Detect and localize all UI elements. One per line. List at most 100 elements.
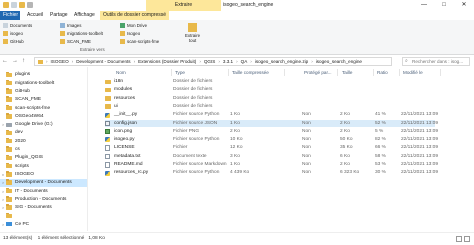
nav-item[interactable]: scan-scripts-fme	[0, 104, 87, 112]
breadcrumb[interactable]: Extensions (Dossier Produit)	[138, 59, 196, 64]
file-type: Fichier source Python	[173, 137, 220, 143]
destination-scan-scripts-fme[interactable]: scan-scripts-fme	[120, 39, 159, 44]
file-row[interactable]: LICENSE Fichier 12 Ko Non 35 Ko 66 % 22/11/202…	[105, 144, 438, 152]
extract-all-button[interactable]: Extraire tout	[185, 23, 200, 43]
tab-share[interactable]: Partage	[47, 11, 71, 20]
customize-toolbar-icon[interactable]	[27, 2, 33, 8]
tab-compressed-folder-tools[interactable]: Outils de dossier compressé	[100, 11, 170, 20]
new-folder-icon[interactable]	[19, 2, 25, 8]
context-tab-extract[interactable]: Extraire	[146, 0, 221, 11]
breadcrumb[interactable]: Development - Documents	[76, 59, 130, 64]
column-header-type[interactable]: Type	[173, 69, 229, 76]
close-button[interactable]: ✕	[454, 0, 474, 11]
file-row[interactable]: README.md Fichier source Markdown 1 Ko Non 2…	[105, 161, 438, 169]
folder-icon	[6, 154, 12, 161]
folder-icon	[6, 138, 12, 144]
status-selection: 1 élément sélectionné	[37, 236, 85, 241]
breadcrumb[interactable]: 3.3.1	[223, 59, 233, 64]
drive-icon	[6, 122, 12, 127]
search-input[interactable]: ⌕ Rechercher dans : isog...	[402, 57, 470, 66]
breadcrumb[interactable]: isogeo_search_engine	[316, 59, 362, 64]
breadcrumb[interactable]: QA	[241, 59, 248, 64]
file-row[interactable]: __init__.py Fichier source Python 1 Ko Non 2…	[105, 111, 438, 119]
minimize-button[interactable]: —	[414, 0, 434, 11]
file-row[interactable]: config.json Fichier source JSON 1 Ko Non 2 K…	[105, 119, 438, 128]
file-row[interactable]: ui Dossier de fichiers	[105, 103, 435, 111]
forward-arrow-icon[interactable]: →	[12, 58, 18, 64]
file-name: i18n	[114, 79, 124, 84]
breadcrumb[interactable]: ISOGEO	[51, 59, 69, 64]
file-type: Fichier source JSON	[173, 120, 218, 126]
nav-item[interactable]: > SIG - Documents	[0, 204, 87, 212]
nav-item[interactable]: v ISOGEO	[0, 171, 87, 179]
nav-item[interactable]: > Ce PC	[0, 220, 87, 228]
destination-mon-drive[interactable]: Mon Drive	[120, 23, 147, 28]
column-header-modified[interactable]: Modifié le	[401, 69, 441, 76]
nav-item[interactable]: plugins	[0, 71, 87, 79]
file-modified: 22/11/2021 13:09	[401, 120, 438, 126]
nav-item[interactable]: cs	[0, 146, 87, 154]
nav-item-label: Plugin_QGIS	[15, 155, 43, 161]
file-row[interactable]: metadata.txt Document texte 3 Ko Non 6 Ko 58 …	[105, 153, 438, 161]
destination-isogeo[interactable]: isogeo	[3, 31, 23, 36]
nav-item[interactable]: dev	[0, 129, 87, 137]
documents-icon	[3, 23, 8, 28]
nav-item[interactable]: > Development - Documents	[0, 178, 87, 187]
nav-item[interactable]: > Production - Documents	[0, 196, 87, 204]
destination-images[interactable]: Images	[60, 23, 81, 28]
column-header-protected[interactable]: Protégé par...	[302, 69, 338, 76]
file-row[interactable]: resources Dossier de fichiers	[105, 95, 435, 103]
column-header-ratio[interactable]: Ratio	[375, 69, 400, 76]
file-row[interactable]: i18n Dossier de fichiers	[105, 78, 435, 86]
navigation-pane: plugins migrations-toolbelt GitHub SCAN_FME…	[0, 67, 88, 231]
tab-file[interactable]: Fichier	[0, 11, 20, 20]
nav-item-label: scan-scripts-fme	[15, 105, 51, 111]
back-arrow-icon[interactable]: ←	[2, 58, 8, 64]
view-switcher	[456, 236, 470, 242]
document-icon	[105, 162, 110, 168]
nav-item[interactable]: OSGeo4W64	[0, 113, 87, 121]
address-bar[interactable]: › ISOGEO › Development - Documents › Ext…	[34, 57, 392, 66]
properties-icon[interactable]	[11, 2, 17, 8]
breadcrumb[interactable]: isogeo_search_engine.zip	[255, 59, 308, 64]
file-row[interactable]: icon.png Fichier PNG 2 Ko Non 2 Ko 5 % 22/11/2…	[105, 128, 438, 136]
details-view-icon[interactable]	[456, 236, 462, 242]
folder-icon	[3, 39, 8, 44]
folder-icon	[6, 171, 12, 177]
nav-item[interactable]: 2020	[0, 137, 87, 145]
maximize-button[interactable]: □	[434, 0, 454, 11]
column-header-compressed-size[interactable]: Taille compressée	[230, 69, 285, 76]
nav-item[interactable]: scripts	[0, 162, 87, 170]
tab-view[interactable]: Affichage	[71, 11, 98, 20]
large-icons-view-icon[interactable]	[464, 236, 470, 242]
nav-item[interactable]: > IT - Documents	[0, 187, 87, 195]
breadcrumb[interactable]: QGIS	[204, 59, 216, 64]
nav-item[interactable]: > Google Drive (G:)	[0, 121, 87, 129]
status-bar: 13 élément(s) 1 élément sélectionné 1,08…	[0, 232, 474, 245]
destination-isogeo-2[interactable]: Isogeo	[120, 31, 140, 36]
file-type: Fichier PNG	[173, 128, 200, 134]
destination-github[interactable]: GitHub	[3, 39, 24, 44]
file-row[interactable]: modules Dossier de fichiers	[105, 86, 435, 94]
destination-scan-fme[interactable]: SCAN_FME	[60, 39, 91, 44]
nav-item[interactable]: migrations-toolbelt	[0, 79, 87, 87]
column-header-name[interactable]: Nom	[114, 69, 172, 76]
python-file-icon	[105, 137, 110, 143]
file-protected: Non	[302, 112, 311, 118]
nav-item[interactable]	[0, 212, 87, 220]
file-row[interactable]: isogeo.py Fichier source Python 10 Ko Non 50…	[105, 136, 438, 144]
destination-migrations-toolbelt[interactable]: migrations-toolbelt	[60, 31, 103, 36]
tab-home[interactable]: Accueil	[24, 11, 46, 20]
nav-item[interactable]: SCAN_FME	[0, 96, 87, 104]
destination-documents[interactable]: Documents	[3, 23, 32, 28]
nav-item[interactable]: Plugin_QGIS	[0, 154, 87, 162]
column-header-size[interactable]: Taille	[340, 69, 374, 76]
file-list: Nom Type Taille compressée Protégé par..…	[89, 67, 474, 231]
file-compressed-size: 2 Ko	[230, 128, 240, 134]
file-type: Dossier de fichiers	[173, 103, 213, 109]
file-row[interactable]: resources_rc.py Fichier source Python 4 43…	[105, 169, 438, 177]
file-size: 2 Ko	[340, 120, 350, 126]
nav-item[interactable]: GitHub	[0, 88, 87, 96]
up-arrow-icon[interactable]: ↑	[22, 58, 25, 64]
file-compressed-size: 12 Ko	[230, 145, 243, 151]
